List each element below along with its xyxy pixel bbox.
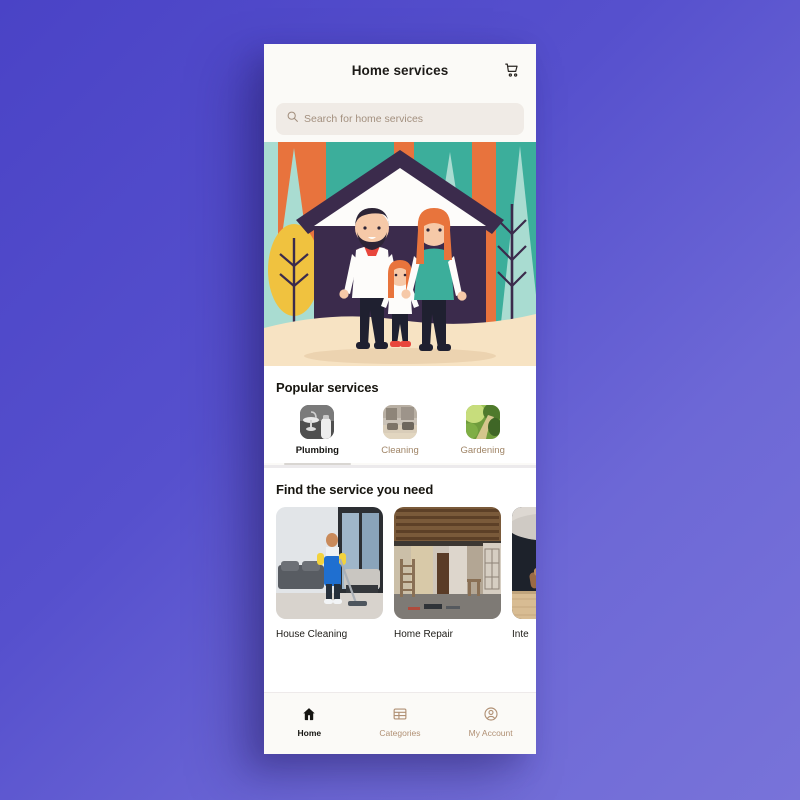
grid-icon xyxy=(392,706,408,723)
home-icon xyxy=(301,706,317,723)
person-circle-icon xyxy=(483,706,499,723)
find-service-section: Find the service you need House Cleaning… xyxy=(264,468,536,692)
service-card-label: Home Repair xyxy=(394,629,453,640)
popular-services-title: Popular services xyxy=(276,380,379,395)
room-under-renovation-photo xyxy=(394,507,501,619)
service-cards-row[interactable]: House Cleaning Home Repair Inte xyxy=(276,507,536,640)
service-tab-plumbing[interactable]: Plumbing xyxy=(276,405,359,465)
hero-illustration xyxy=(264,142,536,366)
nav-item-my-account[interactable]: My Account xyxy=(455,706,527,738)
phone-screen: Home services Search for home services P… xyxy=(264,44,536,754)
service-tab-label: Plumbing xyxy=(295,445,339,456)
shopping-cart-icon[interactable] xyxy=(500,58,524,82)
search-section xyxy=(264,96,536,142)
service-card-interior[interactable]: Inte xyxy=(512,507,536,640)
popular-services-section: Popular services Plumbing Cleaning Garde… xyxy=(264,366,536,465)
service-card-label: House Cleaning xyxy=(276,629,348,640)
search-icon xyxy=(286,110,299,128)
service-card-house-cleaning[interactable]: House Cleaning xyxy=(276,507,383,640)
bathroom-sink-photo xyxy=(300,405,335,439)
person-mopping-living-room-photo xyxy=(276,507,383,619)
nav-item-label: Categories xyxy=(379,727,421,738)
nav-item-categories[interactable]: Categories xyxy=(364,706,436,738)
bottom-navigation: Home Categories My Account xyxy=(264,692,536,754)
service-tab-label: Gardening xyxy=(460,445,505,456)
dark-interior-room-photo xyxy=(512,507,536,619)
garden-path-photo xyxy=(465,405,500,439)
service-card-home-repair[interactable]: Home Repair xyxy=(394,507,501,640)
service-tab-label: Cleaning xyxy=(381,445,419,456)
find-service-title: Find the service you need xyxy=(276,482,434,497)
search-input[interactable] xyxy=(304,113,514,125)
app-header: Home services xyxy=(264,44,536,96)
nav-item-label: My Account xyxy=(468,727,513,738)
living-room-photo xyxy=(383,405,417,439)
service-card-label: Inte xyxy=(512,629,529,640)
service-tab-gardening[interactable]: Gardening xyxy=(441,405,524,463)
page-title: Home services xyxy=(351,62,449,78)
nav-item-label: Home xyxy=(297,727,322,738)
search-bar[interactable] xyxy=(276,103,524,135)
nav-item-home[interactable]: Home xyxy=(273,706,345,738)
service-tab-cleaning[interactable]: Cleaning xyxy=(359,405,442,463)
popular-services-list: Plumbing Cleaning Gardening xyxy=(276,405,524,465)
